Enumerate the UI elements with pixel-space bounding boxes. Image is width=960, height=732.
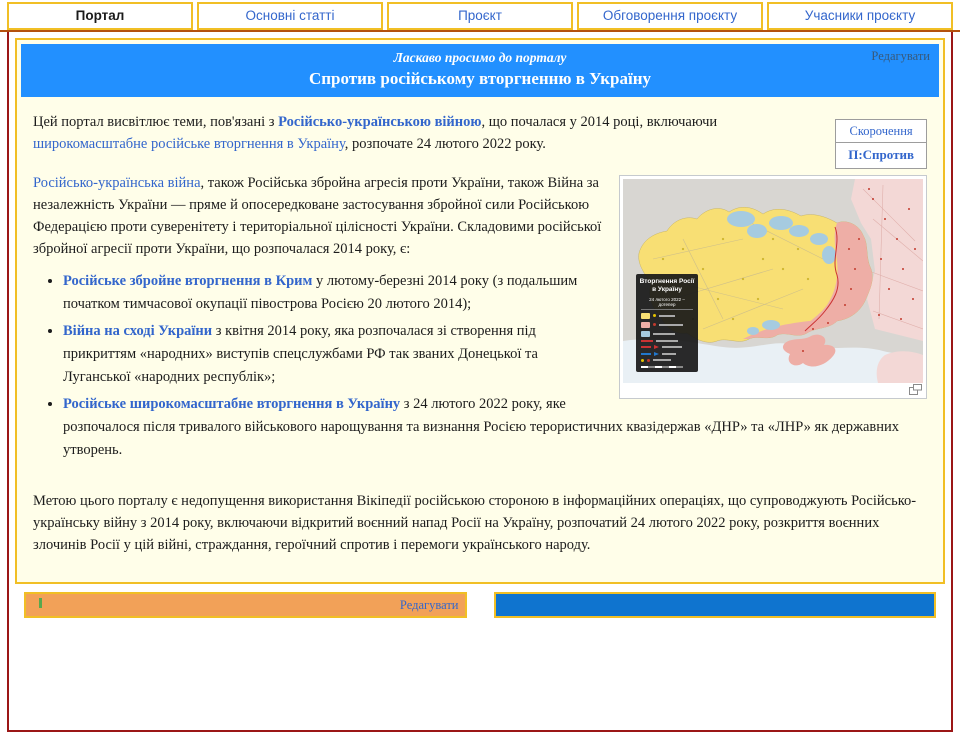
link-full-scale-invasion-2[interactable]: Російське широкомасштабне вторгнення в У…: [63, 396, 400, 412]
map-legend: Вторгнення Росії в Україну 24 лютого 202…: [636, 274, 698, 373]
enlarge-icon[interactable]: [909, 384, 922, 395]
portal-banner: Ласкаво просимо до порталу Спротив росій…: [21, 44, 939, 97]
portal-content: Скорочення П:Спротив Вторгнення Росії в …: [21, 111, 939, 556]
bottom-left-column: Редагувати: [24, 592, 467, 618]
intro-text-1: Цей портал висвітлює теми, пов'язані з: [33, 114, 279, 130]
link-full-scale-invasion[interactable]: широкомасштабне російське вторгнення в У…: [33, 136, 345, 152]
map-legend-date: 24 лютого 2022 – дотепер: [641, 297, 693, 310]
bottom-right-column: [493, 592, 936, 618]
bottom-left-section-header: Редагувати: [24, 592, 467, 618]
banner-edit-link[interactable]: Редагувати: [871, 49, 930, 64]
tab-project-members[interactable]: Учасники проєкту: [767, 2, 953, 30]
tab-project-talk[interactable]: Обговорення проєкту: [577, 2, 763, 30]
link-war-in-donbas[interactable]: Війна на сході України: [63, 323, 212, 339]
intro-text-2: , що почалася у 2014 році, включаючи: [481, 114, 718, 130]
tab-bar: Портал Основні статті Проєкт Обговорення…: [0, 0, 960, 32]
green-marker-icon: [39, 598, 42, 608]
intro-paragraph: Цей портал висвітлює теми, пов'язані з Р…: [33, 111, 927, 155]
purpose-paragraph: Метою цього порталу є недопущення викори…: [33, 493, 917, 553]
banner-welcome-text: Ласкаво просимо до порталу: [393, 50, 567, 65]
map-legend-title: Вторгнення Росії в Україну: [639, 278, 695, 294]
bottom-sections: Редагувати: [15, 592, 945, 618]
shortcut-value-link[interactable]: П:Спротив: [836, 142, 926, 168]
section-edit-link[interactable]: Редагувати: [400, 598, 459, 613]
bottom-right-section-header: [493, 592, 936, 618]
tab-main-articles[interactable]: Основні статті: [197, 2, 383, 30]
portal-main-box: Ласкаво просимо до порталу Спротив росій…: [15, 38, 945, 584]
intro-text-3: , розпочате 24 лютого 2022 року.: [344, 136, 546, 152]
link-russo-ukrainian-war[interactable]: Російсько-українською війною: [278, 114, 481, 130]
shortcut-box: Скорочення П:Спротив: [835, 119, 927, 169]
tab-project[interactable]: Проєкт: [387, 2, 573, 30]
tab-portal[interactable]: Портал: [7, 2, 193, 30]
link-crimea-invasion[interactable]: Російське збройне вторгнення в Крим: [63, 273, 312, 289]
list-item: Російське широкомасштабне вторгнення в У…: [63, 393, 927, 462]
shortcut-label-link[interactable]: Скорочення: [836, 120, 926, 142]
link-russo-ukrainian-war-2[interactable]: Російсько-українська війна: [33, 175, 201, 191]
ukraine-war-map-thumbnail[interactable]: Вторгнення Росії в Україну 24 лютого 202…: [619, 175, 927, 399]
page-title: Спротив російському вторгненню в Україну: [308, 69, 652, 88]
portal-frame: Ласкаво просимо до порталу Спротив росій…: [7, 32, 953, 732]
